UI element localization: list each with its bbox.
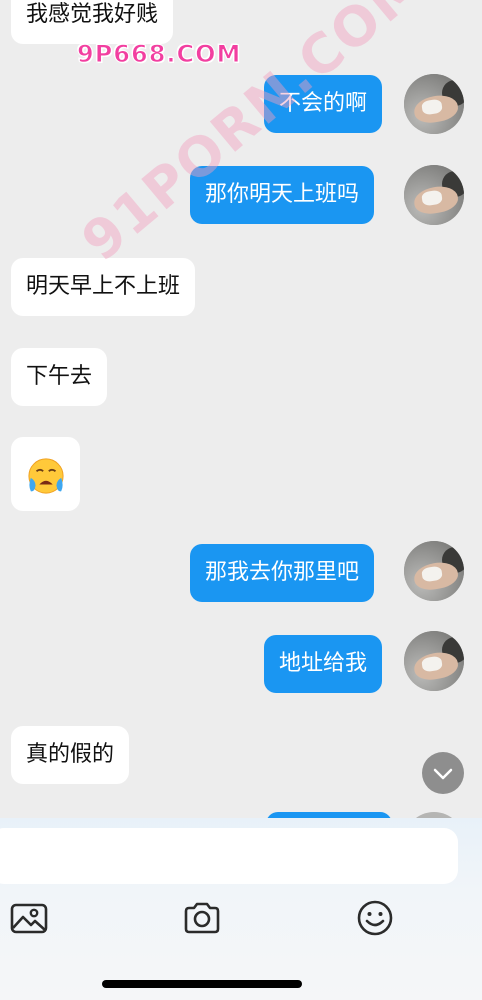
message-text: 下午去 — [26, 364, 93, 389]
camera-icon[interactable] — [182, 898, 222, 938]
avatar[interactable] — [404, 631, 464, 691]
emoji-icon[interactable] — [355, 898, 395, 938]
scroll-down-button[interactable] — [422, 752, 464, 794]
message-bubble-emoji[interactable] — [11, 437, 80, 511]
input-bar — [0, 818, 482, 1000]
home-indicator — [102, 980, 302, 988]
message-text: 地址给我 — [279, 651, 368, 676]
chat-area: 我感觉我好贱 不会的啊 那你明天上班吗 明天早上不上班 下午去 那我去你那里吧 … — [0, 0, 482, 822]
avatar[interactable] — [404, 541, 464, 601]
image-icon[interactable] — [9, 898, 49, 938]
message-bubble-incoming[interactable]: 真的假的 — [11, 726, 130, 784]
message-text: 真的假的 — [26, 742, 115, 767]
chevron-down-icon — [433, 768, 453, 780]
avatar[interactable] — [404, 74, 464, 134]
message-text: 那你明天上班吗 — [205, 182, 360, 207]
message-input[interactable] — [0, 828, 458, 884]
message-text: 那我去你那里吧 — [205, 560, 360, 585]
message-bubble-incoming[interactable]: 我感觉我好贱 — [11, 0, 174, 44]
crying-face-emoji-icon — [28, 458, 64, 494]
avatar[interactable] — [404, 165, 464, 225]
message-bubble-incoming[interactable]: 明天早上不上班 — [11, 258, 196, 316]
message-bubble-outgoing[interactable]: 地址给我 — [264, 635, 383, 693]
watermark-url: 9P668.COM — [76, 40, 242, 69]
message-text: 明天早上不上班 — [26, 274, 181, 299]
message-bubble-incoming[interactable]: 下午去 — [11, 348, 108, 406]
message-text: 我感觉我好贱 — [26, 2, 159, 27]
message-bubble-outgoing[interactable]: 那我去你那里吧 — [190, 544, 375, 602]
